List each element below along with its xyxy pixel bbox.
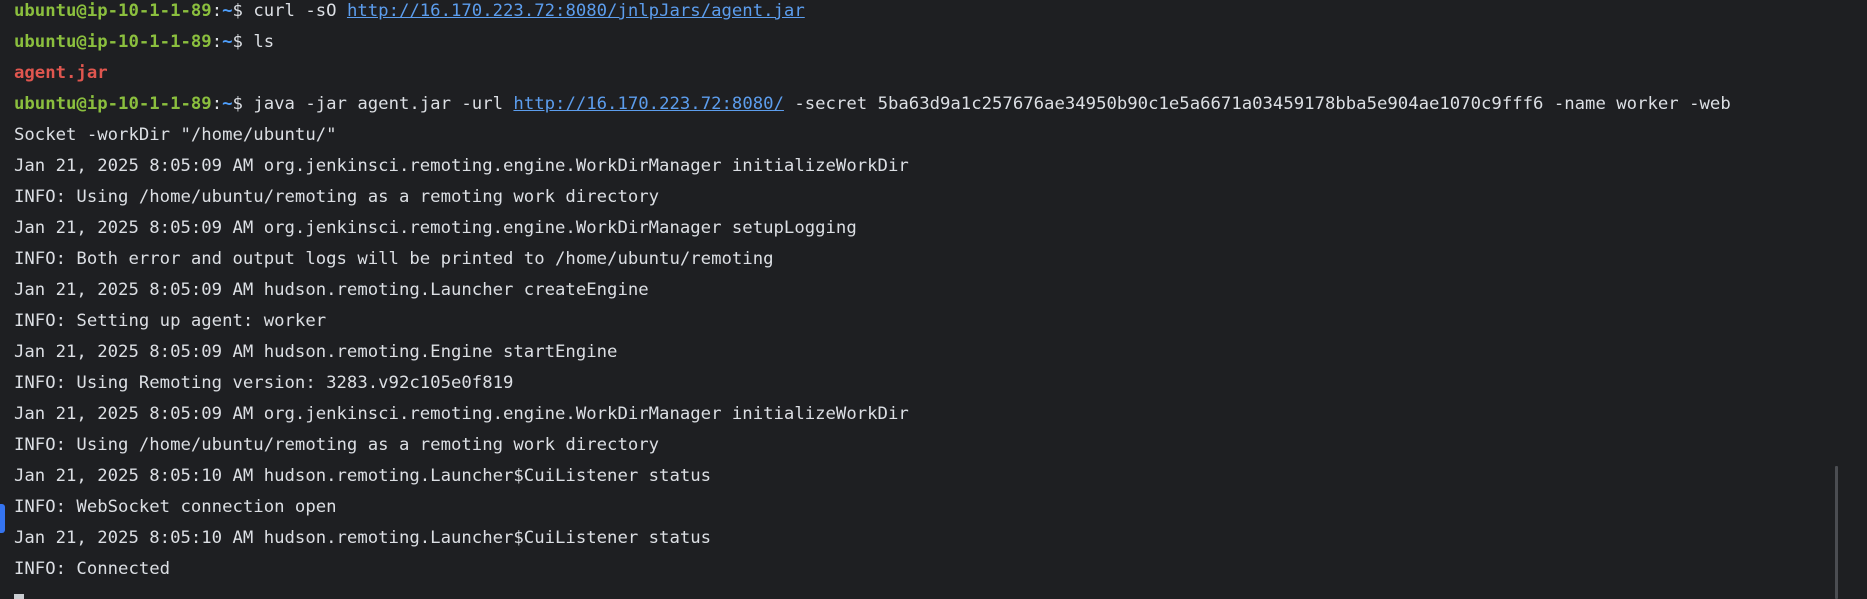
prompt-path: ~ [222, 1, 233, 21]
terminal-line: Socket -workDir "/home/ubuntu/" [14, 124, 1867, 155]
prompt-path: ~ [222, 94, 233, 114]
scrollbar-track[interactable] [1835, 0, 1867, 599]
output-text: Jan 21, 2025 8:05:09 AM hudson.remoting.… [14, 342, 618, 362]
terminal-window[interactable]: ubuntu@ip-10-1-1-89: ~ $ curl -sO http://1… [0, 0, 1867, 599]
prompt-separator: : [211, 94, 223, 114]
prompt-path: ~ [222, 32, 233, 52]
output-text: INFO: Using /home/ubuntu/remoting as a r… [14, 435, 660, 455]
output-text: INFO: Setting up agent: worker [14, 311, 327, 331]
output-text: Jan 21, 2025 8:05:10 AM hudson.remoting.… [14, 528, 712, 548]
gutter-marker [0, 504, 5, 533]
output-text: INFO: WebSocket connection open [14, 497, 337, 517]
terminal-line: ubuntu@ip-10-1-1-89: ~ $ ls [14, 31, 1867, 62]
command-text: java -jar agent.jar -url [253, 94, 514, 114]
terminal-cursor-line [14, 589, 1867, 599]
command-url-link[interactable]: http://16.170.223.72:8080/jnlpJars/agent… [347, 0, 805, 23]
terminal-line: agent.jar [14, 62, 1867, 93]
output-text: Socket -workDir "/home/ubuntu/" [14, 125, 337, 145]
prompt-symbol: $ [232, 94, 254, 114]
output-text: Jan 21, 2025 8:05:09 AM hudson.remoting.… [14, 280, 649, 300]
terminal-line: INFO: Both error and output logs will be… [14, 248, 1867, 279]
prompt-separator: : [211, 1, 223, 21]
terminal-line: INFO: Connected [14, 558, 1867, 589]
command-args: -secret 5ba63d9a1c257676ae34950b90c1e5a6… [783, 94, 1731, 114]
terminal-line: ubuntu@ip-10-1-1-89: ~ $ java -jar agent.j… [14, 93, 1867, 124]
prompt-user-host: ubuntu@ip-10-1-1-89 [14, 94, 212, 114]
output-text: Jan 21, 2025 8:05:10 AM hudson.remoting.… [14, 466, 712, 486]
terminal-line: Jan 21, 2025 8:05:10 AM hudson.remoting.… [14, 465, 1867, 496]
command-text: curl -sO [253, 1, 347, 21]
prompt-user-host: ubuntu@ip-10-1-1-89 [14, 1, 212, 21]
terminal-line: INFO: Using /home/ubuntu/remoting as a r… [14, 186, 1867, 217]
prompt-separator: : [211, 32, 223, 52]
text-cursor [14, 594, 24, 599]
prompt-symbol: $ [232, 32, 254, 52]
output-text: Jan 21, 2025 8:05:09 AM org.jenkinsci.re… [14, 156, 909, 176]
output-text: INFO: Both error and output logs will be… [14, 249, 774, 269]
terminal-line: INFO: Using Remoting version: 3283.v92c1… [14, 372, 1867, 403]
output-text: INFO: Using /home/ubuntu/remoting as a r… [14, 187, 660, 207]
command-text: ls [253, 32, 275, 52]
output-text: INFO: Connected [14, 559, 171, 579]
terminal-line: INFO: Using /home/ubuntu/remoting as a r… [14, 434, 1867, 465]
file-listing-item: agent.jar [14, 63, 108, 83]
terminal-line: Jan 21, 2025 8:05:09 AM org.jenkinsci.re… [14, 217, 1867, 248]
prompt-symbol: $ [232, 1, 254, 21]
terminal-line: Jan 21, 2025 8:05:09 AM org.jenkinsci.re… [14, 155, 1867, 186]
terminal-line: Jan 21, 2025 8:05:09 AM org.jenkinsci.re… [14, 403, 1867, 434]
terminal-output: ubuntu@ip-10-1-1-89: ~ $ curl -sO http://1… [14, 0, 1867, 589]
terminal-line: INFO: Setting up agent: worker [14, 310, 1867, 341]
output-text: Jan 21, 2025 8:05:09 AM org.jenkinsci.re… [14, 218, 857, 238]
terminal-line: Jan 21, 2025 8:05:09 AM hudson.remoting.… [14, 279, 1867, 310]
output-text: INFO: Using Remoting version: 3283.v92c1… [14, 373, 514, 393]
prompt-user-host: ubuntu@ip-10-1-1-89 [14, 32, 212, 52]
terminal-line: ubuntu@ip-10-1-1-89: ~ $ curl -sO http://1… [14, 0, 1867, 31]
terminal-line: Jan 21, 2025 8:05:09 AM hudson.remoting.… [14, 341, 1867, 372]
terminal-line: Jan 21, 2025 8:05:10 AM hudson.remoting.… [14, 527, 1867, 558]
scrollbar-thumb[interactable] [1835, 466, 1838, 599]
output-text: Jan 21, 2025 8:05:09 AM org.jenkinsci.re… [14, 404, 909, 424]
terminal-line: INFO: WebSocket connection open [14, 496, 1867, 527]
command-url-link[interactable]: http://16.170.223.72:8080/ [513, 93, 784, 116]
